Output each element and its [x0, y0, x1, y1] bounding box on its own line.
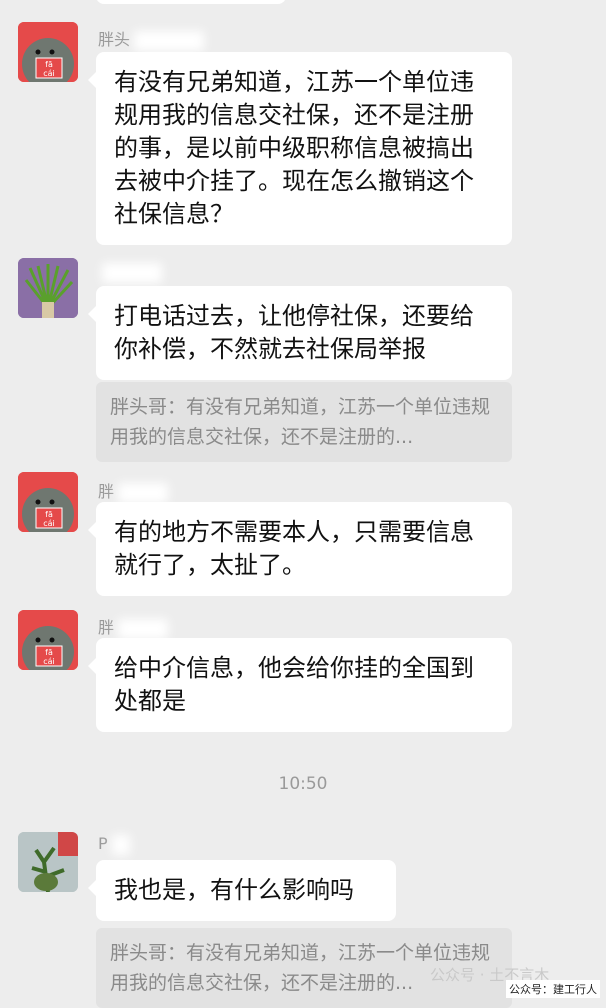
message-bubble[interactable]: 有的地方不需要本人，只需要信息就行了，太扯了。: [88, 502, 512, 596]
avatar-cartoon-icon: fā cái: [18, 472, 78, 532]
sender-name: P: [98, 834, 130, 855]
svg-text:fā: fā: [45, 648, 53, 657]
svg-text:fā: fā: [45, 60, 53, 69]
message-text: 给中介信息，他会给你挂的全国到处都是: [114, 654, 474, 715]
svg-text:fā: fā: [45, 510, 53, 519]
sender-name: 胖头: [98, 26, 205, 51]
sender-name: [98, 262, 162, 283]
quoted-message[interactable]: 胖头哥：有没有兄弟知道，江苏一个单位违规用我的信息交社保，还不是注册的...: [96, 382, 512, 462]
sender-name: 胖: [98, 478, 169, 503]
avatar[interactable]: fā cái: [18, 22, 78, 82]
avatar-cactus-icon: [18, 832, 78, 892]
sender-name: 胖: [98, 614, 169, 639]
message-bubble[interactable]: 有没有兄弟知道，江苏一个单位违规用我的信息交社保，还不是注册的事，是以前中级职称…: [88, 52, 512, 245]
message-text: 我也是，有什么影响吗: [114, 876, 354, 904]
message-bubble[interactable]: 我也是，有什么影响吗: [88, 860, 396, 921]
message-text: 打电话过去，让他停社保，还要给你补偿，不然就去社保局举报: [114, 302, 474, 363]
message-text: 有的地方不需要本人，只需要信息就行了，太扯了。: [114, 518, 474, 579]
timestamp: 10:50: [278, 774, 328, 794]
avatar-plant-icon: [18, 258, 78, 318]
watermark-label: 公众号：建工行人: [506, 980, 600, 998]
message-bubble[interactable]: 给中介信息，他会给你挂的全国到处都是: [88, 638, 512, 732]
quoted-text: 胖头哥：有没有兄弟知道，江苏一个单位违规用我的信息交社保，还不是注册的...: [110, 396, 491, 448]
svg-text:cái: cái: [43, 69, 55, 78]
avatar[interactable]: fā cái: [18, 472, 78, 532]
svg-text:cái: cái: [43, 519, 55, 528]
svg-text:cái: cái: [43, 657, 55, 666]
message-bubble[interactable]: 打电话过去，让他停社保，还要给你补偿，不然就去社保局举报: [88, 286, 512, 380]
avatar[interactable]: fā cái: [18, 610, 78, 670]
avatar-cartoon-icon: fā cái: [18, 22, 78, 82]
avatar[interactable]: [18, 258, 78, 318]
avatar-cartoon-icon: fā cái: [18, 610, 78, 670]
previous-bubble-edge: [96, 0, 286, 4]
avatar[interactable]: [18, 832, 78, 892]
message-text: 有没有兄弟知道，江苏一个单位违规用我的信息交社保，还不是注册的事，是以前中级职称…: [114, 68, 474, 228]
